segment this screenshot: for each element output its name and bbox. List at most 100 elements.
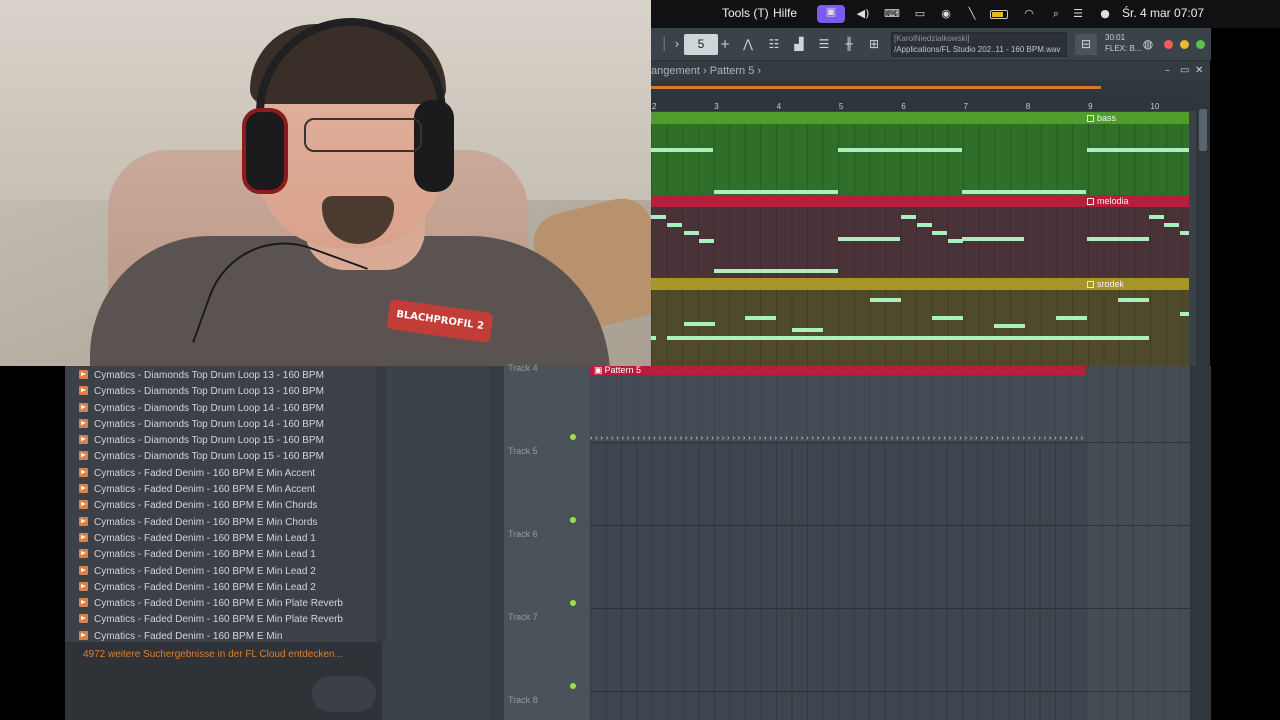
browser-item[interactable]: Cymatics - Faded Denim - 160 BPM E Min L… xyxy=(79,564,379,580)
audio-file-icon xyxy=(79,598,88,608)
scroll-thumb[interactable] xyxy=(651,86,1101,89)
track-name[interactable]: Track 8 xyxy=(508,695,538,705)
playlist-hscroll[interactable] xyxy=(651,81,1196,93)
audio-file-icon xyxy=(79,630,88,640)
close-icon[interactable]: ✕ xyxy=(1195,61,1203,81)
pattern-prev-icon[interactable]: › xyxy=(671,34,683,55)
browser-icon[interactable]: ⊞ xyxy=(863,34,885,55)
pattern-note xyxy=(932,316,963,320)
pattern-notes: › › › › › › › › › › › › › › › › › › › › … xyxy=(590,436,1086,442)
menu-help[interactable]: Hilfe xyxy=(773,6,797,20)
picker-scroll[interactable] xyxy=(490,366,504,720)
control-center-icon[interactable]: ☰ xyxy=(1070,7,1086,21)
close-window-icon[interactable] xyxy=(1164,40,1173,49)
audio-file-icon xyxy=(79,516,88,526)
screen-mirror-icon[interactable]: ▭ xyxy=(912,7,928,21)
audio-file-icon xyxy=(79,581,88,591)
browser-item[interactable]: Cymatics - Faded Denim - 160 BPM E Min L… xyxy=(79,531,379,547)
minimize-icon[interactable]: – xyxy=(1165,61,1170,81)
cloud-shop-icon[interactable]: ⊟ xyxy=(1075,34,1097,55)
zoom-window-icon[interactable] xyxy=(1196,40,1205,49)
pattern-note xyxy=(699,336,761,340)
browser-item-label: Cymatics - Faded Denim - 160 BPM E Min C… xyxy=(94,500,318,512)
mixer-icon[interactable]: ╫ xyxy=(838,34,860,55)
browser-item[interactable]: Cymatics - Diamonds Top Drum Loop 13 - 1… xyxy=(79,384,379,400)
vscroll-thumb[interactable] xyxy=(1199,109,1207,151)
channel-rack-icon[interactable]: ☰ xyxy=(813,34,835,55)
pattern-note xyxy=(684,231,699,235)
snap-icon[interactable]: ⋀ xyxy=(737,34,759,55)
playlist-icon[interactable]: ☷ xyxy=(763,34,785,55)
clip-header[interactable]: bass xyxy=(651,112,1189,124)
timeline-ruler[interactable]: 2 3 4 5 6 7 8 9 10 xyxy=(651,93,1196,111)
browser-item[interactable]: Cymatics - Diamonds Top Drum Loop 15 - 1… xyxy=(79,449,379,465)
battery-icon[interactable] xyxy=(990,10,1008,19)
slash-icon[interactable]: ╲ xyxy=(964,7,980,21)
browser-item[interactable]: Cymatics - Faded Denim - 160 BPM E Min A… xyxy=(79,482,379,498)
pattern-note xyxy=(917,223,932,227)
browser-item[interactable]: Cymatics - Diamonds Top Drum Loop 14 - 1… xyxy=(79,417,379,433)
track-mute-led[interactable] xyxy=(570,434,576,440)
pattern-number[interactable]: 5 xyxy=(684,34,718,55)
play-icon[interactable]: ◉ xyxy=(938,7,954,21)
volume-icon[interactable]: ◀) xyxy=(855,7,871,21)
menubar-clock[interactable]: Śr. 4 mar 07:07 xyxy=(1122,6,1204,20)
pattern-note xyxy=(978,336,1040,340)
browser-item-label: Cymatics - Faded Denim - 160 BPM E Min L… xyxy=(94,549,316,561)
clip-header[interactable]: melodia xyxy=(651,195,1189,207)
siri-icon[interactable]: ● xyxy=(1097,7,1113,21)
browser-item[interactable]: Cymatics - Faded Denim - 160 BPM E Min L… xyxy=(79,580,379,596)
cloud-link[interactable]: 4972 weitere Suchergebnisse in der FL Cl… xyxy=(83,649,343,660)
track-name[interactable]: Track 7 xyxy=(508,612,538,622)
minimize-window-icon[interactable] xyxy=(1180,40,1189,49)
track-divider xyxy=(590,608,1190,609)
menu-tools[interactable]: Tools (T) xyxy=(722,6,769,20)
browser-item[interactable]: Cymatics - Faded Denim - 160 BPM E Min P… xyxy=(79,612,379,628)
pattern-note xyxy=(1180,231,1189,235)
browser-item-label: Cymatics - Faded Denim - 160 BPM E Min C… xyxy=(94,516,318,528)
track-mute-led[interactable] xyxy=(570,600,576,606)
wifi-icon[interactable]: ◠ xyxy=(1021,7,1037,21)
clip-pattern-5[interactable]: ▣ Pattern 5 › › › › › › › › › › › › › › ›… xyxy=(590,366,1086,442)
tracks-vscroll[interactable] xyxy=(1190,366,1211,720)
ruler-bar-number: 2 xyxy=(652,102,657,111)
keyboard-icon[interactable]: ⌨ xyxy=(884,7,900,21)
browser-item[interactable]: Cymatics - Faded Denim - 160 BPM E Min A… xyxy=(79,466,379,482)
search-icon[interactable]: ⌕ xyxy=(1048,7,1064,21)
playlist-grid[interactable]: ▣ Pattern 5 › › › › › › › › › › › › › › ›… xyxy=(590,366,1190,720)
track-mute-led[interactable] xyxy=(570,683,576,689)
account-icon[interactable]: ◍ xyxy=(1141,34,1155,55)
track-name[interactable]: Track 6 xyxy=(508,529,538,539)
browser-item[interactable]: Cymatics - Faded Denim - 160 BPM E Min C… xyxy=(79,498,379,514)
audio-file-icon xyxy=(79,418,88,428)
track-mute-led[interactable] xyxy=(570,517,576,523)
playlist-breadcrumb[interactable]: angement › Pattern 5 › xyxy=(651,61,761,81)
browser-results: Cymatics - Diamonds Top Drum Loop 13 - 1… xyxy=(79,368,379,645)
browser-item[interactable]: Cymatics - Faded Denim - 160 BPM E Min C… xyxy=(79,515,379,531)
clip-srodek[interactable]: srodek xyxy=(651,278,1189,366)
browser-item[interactable]: Cymatics - Faded Denim - 160 BPM E Min L… xyxy=(79,547,379,563)
clip-melodia[interactable]: melodia xyxy=(651,195,1189,278)
clip-header[interactable]: srodek xyxy=(651,278,1189,290)
pattern-note xyxy=(745,316,776,320)
screen-record-icon[interactable]: ▣ xyxy=(817,5,845,23)
pattern-note xyxy=(792,328,823,332)
browser-item[interactable]: Cymatics - Diamonds Top Drum Loop 15 - 1… xyxy=(79,433,379,449)
browser-item[interactable]: Cymatics - Diamonds Top Drum Loop 13 - 1… xyxy=(79,368,379,384)
cpu-monitor: 30:01 FLEX: B... xyxy=(1105,32,1143,57)
track-name[interactable]: Track 4 xyxy=(508,363,538,373)
maximize-icon[interactable]: ▭ xyxy=(1180,61,1189,81)
clip-bass[interactable]: bass xyxy=(651,112,1189,195)
pattern-note xyxy=(1087,336,1149,340)
browser-item[interactable]: Cymatics - Diamonds Top Drum Loop 14 - 1… xyxy=(79,401,379,417)
browser-item[interactable]: Cymatics - Faded Denim - 160 BPM E Min P… xyxy=(79,596,379,612)
piano-roll-icon[interactable]: ▟ xyxy=(788,34,810,55)
track-name[interactable]: Track 5 xyxy=(508,446,538,456)
pattern-add-icon[interactable]: + xyxy=(720,34,730,55)
playlist-titlebar: angement › Pattern 5 › – ▭ ✕ xyxy=(651,61,1210,81)
playlist-vscroll[interactable] xyxy=(1196,81,1210,366)
browser-scrollbar[interactable] xyxy=(376,366,386,642)
browser-item-label: Cymatics - Diamonds Top Drum Loop 13 - 1… xyxy=(94,386,324,398)
pattern-note xyxy=(1087,148,1189,152)
clip-header[interactable]: ▣ Pattern 5 xyxy=(590,366,1086,375)
